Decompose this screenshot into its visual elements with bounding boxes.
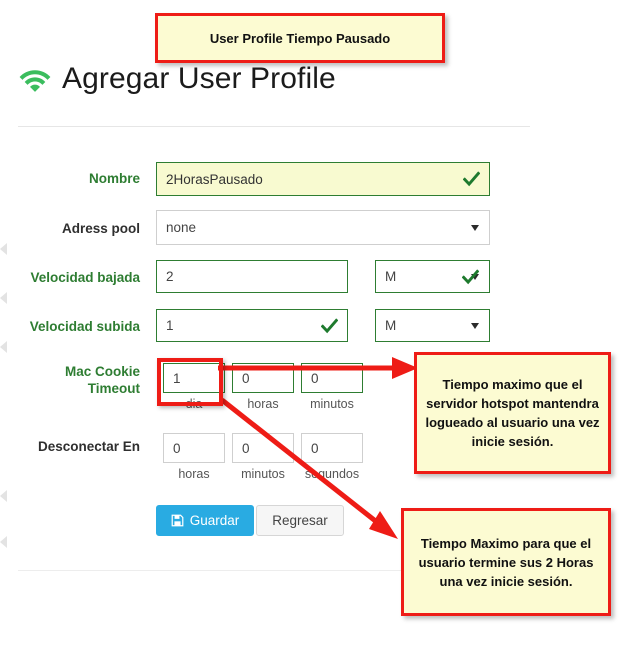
mac-cookie-minutos-value: 0 — [311, 370, 319, 386]
desconectar-segundos-unit: segundos — [304, 467, 360, 481]
mac-cookie-minutos-input[interactable]: 0 — [301, 363, 363, 393]
page-title: Agregar User Profile — [62, 62, 336, 95]
velocidad-subida-input[interactable]: 1 — [156, 309, 348, 342]
valid-check-icon — [462, 171, 481, 188]
floppy-save-icon — [171, 514, 184, 527]
nombre-input-value: 2HorasPausado — [166, 171, 263, 187]
mac-cookie-note-text: Tiempo maximo que el servidor hotspot ma… — [425, 377, 600, 449]
desconectar-horas-value: 0 — [173, 440, 181, 456]
desconectar-horas-input[interactable]: 0 — [163, 433, 225, 463]
back-button-label: Regresar — [272, 513, 328, 528]
adress-pool-value: none — [166, 220, 197, 235]
velocidad-bajada-unit-select[interactable]: M — [375, 260, 490, 293]
mac-cookie-note-callout: Tiempo maximo que el servidor hotspot ma… — [414, 352, 611, 474]
valid-check-icon — [461, 268, 480, 285]
save-button-label: Guardar — [189, 513, 240, 528]
label-mac-cookie-line2: Timeout — [87, 381, 140, 396]
mac-cookie-horas-unit: horas — [247, 397, 279, 411]
desconectar-segundos-input[interactable]: 0 — [301, 433, 363, 463]
title-annotation-text: User Profile Tiempo Pausado — [209, 30, 391, 46]
velocidad-subida-value: 1 — [166, 318, 174, 333]
edge-artifact — [0, 243, 7, 255]
label-velocidad-subida: Velocidad subida — [29, 319, 140, 334]
desconectar-minutos-input[interactable]: 0 — [232, 433, 294, 463]
save-button[interactable]: Guardar — [156, 505, 254, 536]
velocidad-bajada-input[interactable]: 2 — [156, 260, 348, 293]
mac-cookie-horas-value: 0 — [242, 370, 250, 386]
label-adress-pool: Adress pool — [61, 221, 140, 236]
edge-artifact — [0, 292, 7, 304]
disconnect-note-callout: Tiempo Maximo para que el usuario termin… — [401, 508, 611, 616]
desconectar-minutos-unit: minutos — [241, 467, 285, 481]
desconectar-minutos-value: 0 — [242, 440, 250, 456]
mac-cookie-minutos-unit: minutos — [310, 397, 354, 411]
chevron-down-icon — [471, 224, 479, 231]
back-button[interactable]: Regresar — [256, 505, 344, 536]
edge-artifact — [0, 536, 7, 548]
disconnect-note-text: Tiempo Maximo para que el usuario termin… — [418, 535, 594, 589]
adress-pool-select[interactable]: none — [156, 210, 490, 245]
wifi-icon — [18, 65, 52, 93]
desconectar-horas-unit: horas — [178, 467, 210, 481]
label-velocidad-bajada: Velocidad bajada — [30, 270, 140, 285]
velocidad-bajada-value: 2 — [166, 269, 174, 284]
title-annotation-callout: User Profile Tiempo Pausado — [155, 13, 445, 63]
desconectar-segundos-value: 0 — [311, 440, 319, 456]
mac-cookie-horas-input[interactable]: 0 — [232, 363, 294, 393]
nombre-input[interactable]: 2HorasPausado — [156, 162, 490, 196]
page-header: Agregar User Profile — [18, 64, 336, 94]
header-divider — [18, 126, 530, 127]
edge-artifact — [0, 490, 7, 502]
chevron-down-icon — [471, 322, 479, 329]
label-mac-cookie-line1: Mac Cookie — [64, 364, 140, 379]
mac-cookie-dia-highlight — [157, 358, 223, 406]
velocidad-bajada-unit-value: M — [385, 269, 397, 284]
page-root: User Profile Tiempo Pausado Agregar User… — [0, 0, 621, 651]
edge-artifact — [0, 341, 7, 353]
label-desconectar-en: Desconectar En — [37, 439, 140, 454]
label-nombre: Nombre — [88, 171, 140, 186]
valid-check-icon — [320, 317, 339, 334]
velocidad-subida-unit-value: M — [385, 318, 397, 333]
velocidad-subida-unit-select[interactable]: M — [375, 309, 490, 342]
label-mac-cookie-timeout: Mac Cookie Timeout — [0, 363, 140, 397]
